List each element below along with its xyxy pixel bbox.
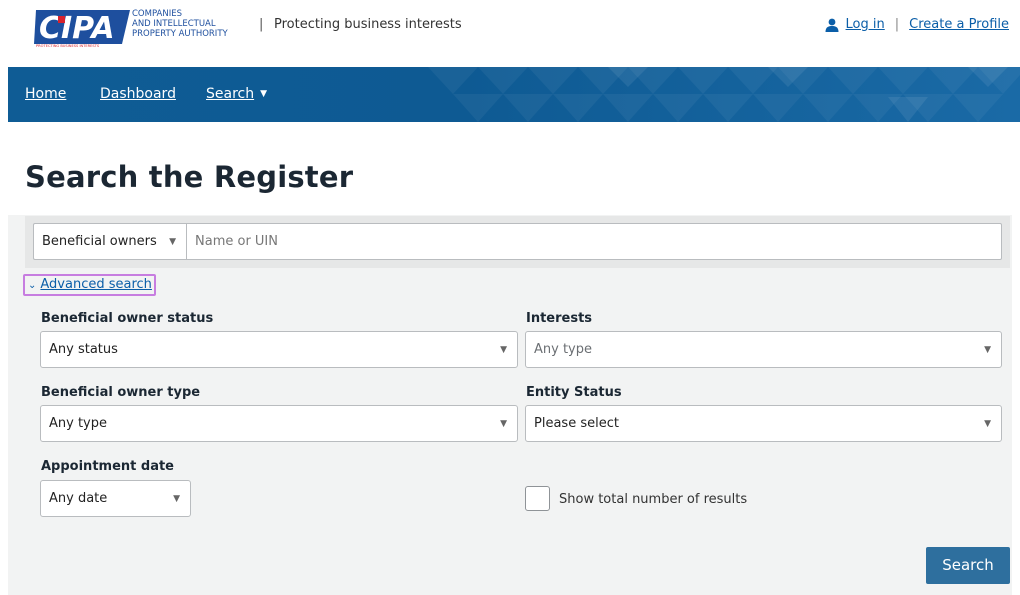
links-separator: | <box>894 17 900 32</box>
logo-line2: AND INTELLECTUAL <box>132 19 216 29</box>
user-icon <box>825 18 839 32</box>
header-tagline: Protecting business interests <box>274 17 462 32</box>
user-links: Log in | Create a Profile <box>825 17 1009 32</box>
interests-select[interactable]: Any type ▼ <box>525 331 1002 368</box>
search-input[interactable]: Name or UIN <box>186 223 1002 260</box>
show-total-label: Show total number of results <box>559 492 748 507</box>
advanced-search-toggle[interactable]: ⌄ Advanced search <box>23 274 156 296</box>
create-profile-link[interactable]: Create a Profile <box>909 17 1009 32</box>
interests-value: Any type <box>534 342 592 357</box>
logo-line3: PROPERTY AUTHORITY <box>132 29 229 39</box>
owner-type-select[interactable]: Any type ▼ <box>40 405 518 442</box>
logo-motto: PROTECTING BUSINESS INTERESTS <box>36 44 100 48</box>
search-category-select[interactable]: Beneficial owners ▼ <box>33 223 186 260</box>
owner-type-label: Beneficial owner type <box>41 385 201 400</box>
dropdown-caret-icon: ▼ <box>169 237 176 247</box>
chevron-down-icon: ▼ <box>260 89 268 99</box>
show-total-checkbox[interactable] <box>525 486 550 511</box>
entity-status-label: Entity Status <box>526 385 622 400</box>
owner-type-value: Any type <box>49 416 107 431</box>
dropdown-caret-icon: ▼ <box>173 494 180 504</box>
search-button[interactable]: Search <box>926 547 1010 584</box>
logo-mark: CIPA <box>39 11 115 46</box>
dropdown-caret-icon: ▼ <box>500 419 507 429</box>
main-nav: Home Dashboard Search ▼ <box>8 67 1020 122</box>
appointment-date-label: Appointment date <box>41 459 174 474</box>
nav-search-label: Search <box>206 86 255 102</box>
logo-line1: COMPANIES <box>132 9 182 19</box>
dropdown-caret-icon: ▼ <box>984 345 991 355</box>
nav-home[interactable]: Home <box>25 86 66 102</box>
cipa-logo[interactable]: CIPA COMPANIES AND INTELLECTUAL PROPERTY… <box>34 6 234 48</box>
owner-status-label: Beneficial owner status <box>41 311 214 326</box>
dropdown-caret-icon: ▼ <box>984 419 991 429</box>
interests-label: Interests <box>526 311 593 326</box>
owner-status-select[interactable]: Any status ▼ <box>40 331 518 368</box>
header-separator: | <box>259 17 264 32</box>
search-input-placeholder: Name or UIN <box>195 234 278 249</box>
search-category-value: Beneficial owners <box>42 234 157 249</box>
entity-status-select[interactable]: Please select ▼ <box>525 405 1002 442</box>
nav-dashboard[interactable]: Dashboard <box>100 86 176 102</box>
owner-status-value: Any status <box>49 342 118 357</box>
appointment-date-select[interactable]: Any date ▼ <box>40 480 191 517</box>
site-header: CIPA COMPANIES AND INTELLECTUAL PROPERTY… <box>0 0 1020 67</box>
entity-status-value: Please select <box>534 416 619 431</box>
advanced-search-label: Advanced search <box>40 277 152 292</box>
appointment-date-value: Any date <box>49 491 108 506</box>
dropdown-caret-icon: ▼ <box>500 345 507 355</box>
nav-search[interactable]: Search ▼ <box>206 86 267 102</box>
chevron-down-icon: ⌄ <box>28 280 37 291</box>
page-title: Search the Register <box>25 160 354 194</box>
login-link[interactable]: Log in <box>846 17 885 32</box>
